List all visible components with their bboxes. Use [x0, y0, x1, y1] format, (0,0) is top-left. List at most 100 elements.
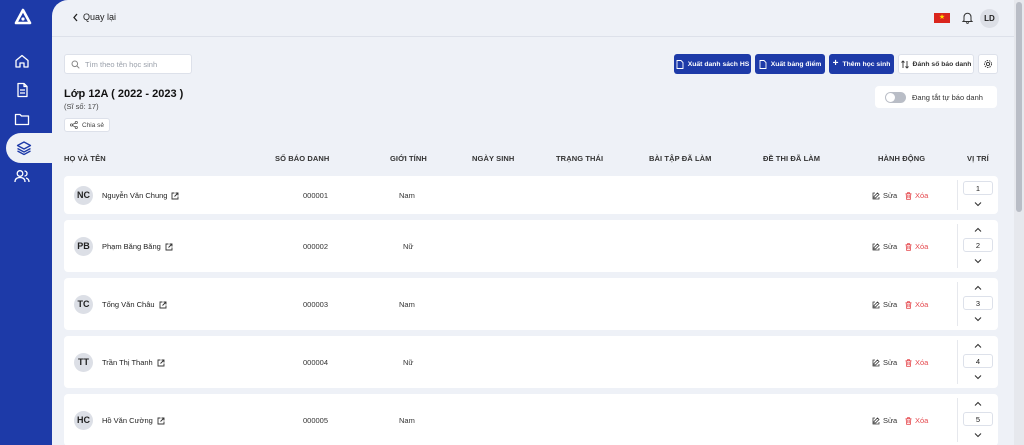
auto-number-toggle[interactable] [885, 91, 906, 103]
student-name-link[interactable]: Trần Thị Thanh [102, 358, 165, 367]
divider [957, 282, 958, 326]
divider [957, 180, 958, 210]
delete-label: Xóa [915, 191, 929, 200]
student-sbd: 000004 [303, 358, 329, 367]
header-sbd: SỐ BÁO DANH [275, 154, 330, 163]
chevron-left-icon [73, 13, 78, 21]
sidebar [0, 0, 56, 445]
export-students-button[interactable]: Xuất danh sách HS [674, 54, 751, 74]
add-student-button[interactable]: + Thêm học sinh [829, 54, 894, 74]
back-label: Quay lại [83, 12, 117, 22]
table-row: NC Nguyễn Văn Chung 000001 Nam Sửa Xóa 1 [64, 176, 998, 214]
delete-label: Xóa [915, 242, 929, 251]
gear-icon [984, 60, 992, 68]
student-gender: Nam [399, 191, 415, 200]
back-link[interactable]: Quay lại [72, 12, 116, 22]
student-name-link[interactable]: Phạm Băng Băng [102, 242, 173, 251]
student-name-link[interactable]: Nguyễn Văn Chung [102, 191, 179, 200]
edit-icon [872, 191, 880, 199]
divider [957, 398, 958, 442]
auto-number-toggle-box[interactable]: Đang tắt tự báo danh [875, 86, 997, 108]
edit-button[interactable]: Sửa [872, 191, 897, 200]
class-title: Lớp 12A ( 2022 - 2023 ) [64, 88, 184, 100]
delete-button[interactable]: Xóa [905, 191, 928, 200]
chevron-up-icon[interactable] [973, 400, 983, 408]
student-sbd: 000001 [303, 191, 329, 200]
student-avatar: NC [74, 185, 93, 205]
edit-button[interactable]: Sửa [872, 358, 897, 367]
delete-label: Xóa [915, 416, 929, 425]
top-bar: Quay lại ★ LD [52, 0, 1014, 37]
table-row: PB Phạm Băng Băng 000002 Nữ Sửa Xóa 2 [64, 220, 998, 272]
position-input[interactable]: 1 [963, 181, 993, 195]
chevron-up-icon[interactable] [973, 284, 983, 292]
user-avatar[interactable]: LD [980, 9, 999, 28]
sidebar-item-home[interactable] [0, 46, 52, 76]
table-row: HC Hồ Văn Cường 000005 Nam Sửa Xóa 5 [64, 394, 998, 445]
edit-label: Sửa [883, 416, 898, 425]
delete-button[interactable]: Xóa [905, 416, 928, 425]
delete-button[interactable]: Xóa [905, 300, 928, 309]
position-input[interactable]: 5 [963, 412, 993, 426]
student-name: Nguyễn Văn Chung [102, 191, 168, 200]
delete-button[interactable]: Xóa [905, 242, 928, 251]
divider [957, 224, 958, 268]
student-name-link[interactable]: Hồ Văn Cường [102, 416, 165, 425]
student-avatar: TC [74, 294, 93, 314]
student-name-link[interactable]: Tống Văn Châu [102, 300, 167, 309]
scrollbar-thumb[interactable] [1016, 2, 1022, 212]
sidebar-item-folders[interactable] [0, 104, 52, 134]
settings-button[interactable] [978, 54, 998, 74]
search-icon [71, 60, 80, 69]
table-row: TC Tống Văn Châu 000003 Nam Sửa Xóa 3 [64, 278, 998, 330]
sidebar-item-users[interactable] [0, 161, 52, 191]
delete-label: Xóa [915, 358, 929, 367]
page-scrollbar[interactable] [1014, 0, 1024, 445]
divider [957, 340, 958, 384]
edit-button[interactable]: Sửa [872, 300, 897, 309]
edit-icon [872, 358, 880, 366]
student-avatar: TT [74, 352, 93, 372]
users-icon [14, 170, 30, 183]
edit-icon [872, 242, 880, 250]
vietnam-flag-icon[interactable]: ★ [934, 13, 950, 23]
student-sbd: 000003 [303, 300, 329, 309]
chevron-down-icon[interactable] [973, 431, 983, 439]
header-gender: GIỚI TÍNH [390, 154, 427, 163]
header-dob: NGÀY SINH [472, 154, 515, 163]
add-student-label: Thêm học sinh [842, 60, 891, 68]
trash-icon [905, 191, 912, 200]
edit-icon [872, 300, 880, 308]
number-sbd-label: Đánh số báo danh [912, 60, 972, 68]
header-name: HỌ VÀ TÊN [64, 154, 106, 163]
position-input[interactable]: 2 [963, 238, 993, 252]
position-input[interactable]: 4 [963, 354, 993, 368]
share-button[interactable]: Chia sẻ [64, 118, 111, 132]
trash-icon [905, 242, 912, 251]
chevron-down-icon[interactable] [973, 257, 983, 265]
sidebar-item-classes[interactable] [6, 133, 56, 163]
chevron-down-icon[interactable] [973, 315, 983, 323]
header-status: TRẠNG THÁI [556, 154, 604, 163]
chevron-down-icon[interactable] [973, 200, 983, 208]
trash-icon [905, 300, 912, 309]
student-gender: Nam [399, 300, 415, 309]
search-input[interactable] [85, 59, 185, 69]
auto-number-label: Đang tắt tự báo danh [912, 92, 983, 102]
edit-button[interactable]: Sửa [872, 242, 897, 251]
number-sbd-button[interactable]: Đánh số báo danh [898, 54, 974, 74]
search-box[interactable] [64, 54, 192, 74]
chevron-up-icon[interactable] [973, 226, 983, 234]
bell-icon[interactable] [961, 11, 974, 24]
delete-button[interactable]: Xóa [905, 358, 928, 367]
chevron-down-icon[interactable] [973, 373, 983, 381]
position-input[interactable]: 3 [963, 296, 993, 310]
delete-label: Xóa [915, 300, 929, 309]
sidebar-item-documents[interactable] [0, 75, 52, 105]
export-students-label: Xuất danh sách HS [687, 60, 750, 68]
chevron-up-icon[interactable] [973, 342, 983, 350]
edit-icon [872, 416, 880, 424]
export-scores-button[interactable]: Xuất bảng điểm [755, 54, 825, 74]
share-icon [70, 121, 78, 129]
edit-button[interactable]: Sửa [872, 416, 897, 425]
